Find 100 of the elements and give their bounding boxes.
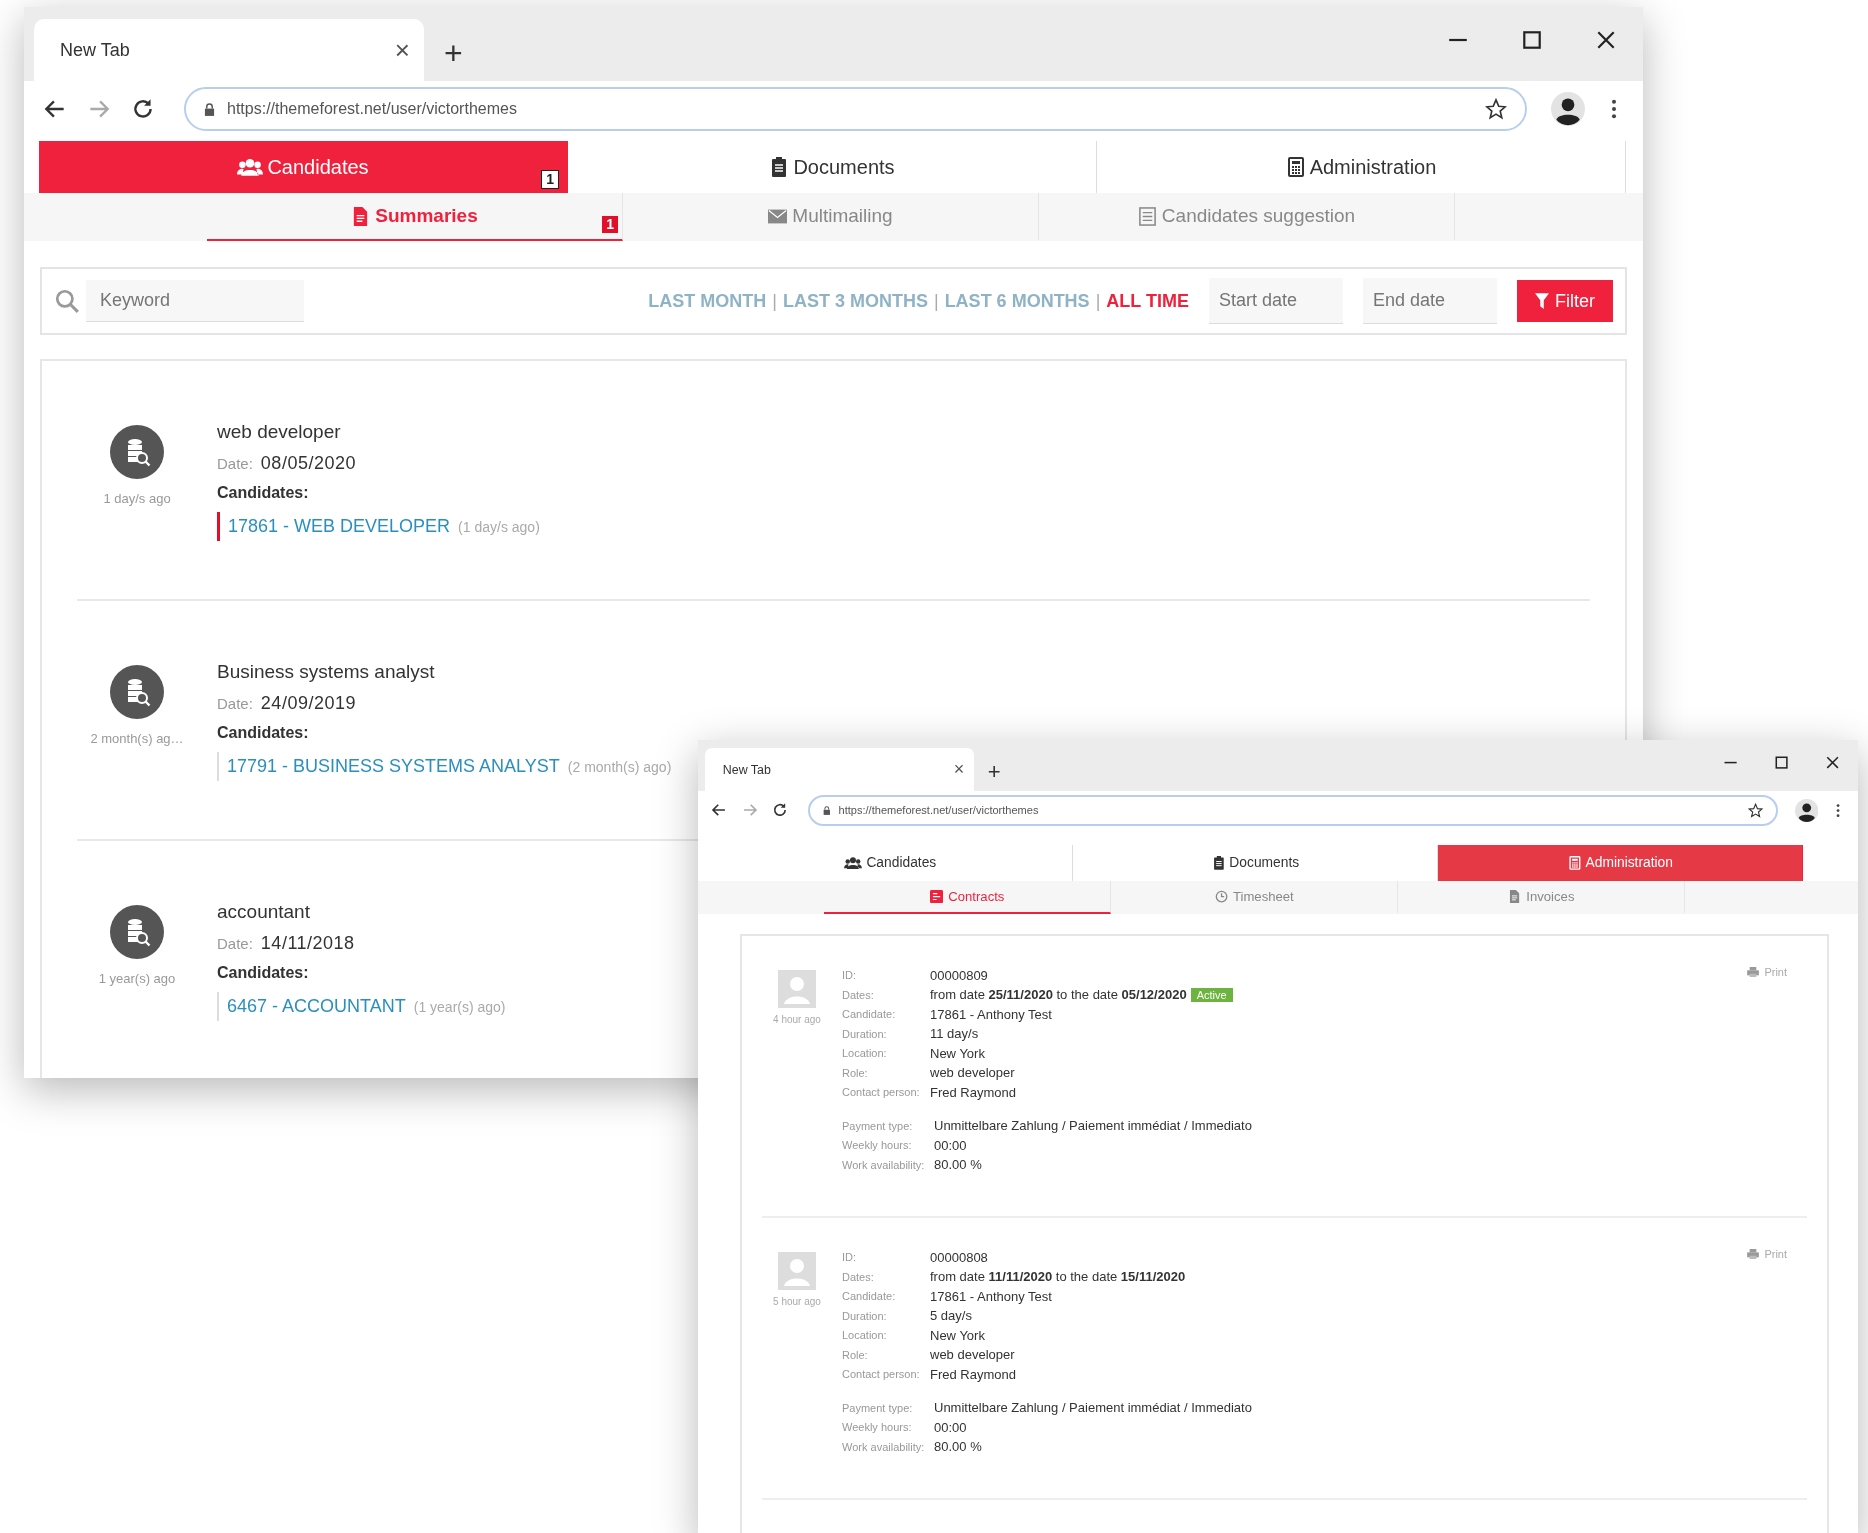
- address-bar[interactable]: https://themeforest.net/user/victorthemes: [184, 87, 1527, 131]
- lock-icon: [204, 102, 215, 116]
- field-label: Work availability:: [842, 1440, 926, 1453]
- profile-icon[interactable]: [1794, 798, 1819, 823]
- printer-icon: [1747, 966, 1760, 977]
- field-value: Unmittelbare Zahlung / Paiement immédiat / Immediato: [934, 1400, 1252, 1416]
- clock-icon: [1214, 889, 1228, 903]
- date-label: Date:: [217, 455, 253, 472]
- period-link[interactable]: LAST 6 MONTHS: [944, 290, 1090, 312]
- clipboard-icon: [1211, 855, 1226, 870]
- menu-icon[interactable]: [1611, 98, 1617, 120]
- candidate-link[interactable]: 6467 - ACCOUNTANT: [227, 996, 406, 1017]
- status-badge: Active: [1190, 987, 1233, 1002]
- close-tab-button[interactable]: ×: [394, 37, 410, 63]
- main-tab[interactable]: Candidates: [708, 844, 1074, 881]
- print-button[interactable]: Print: [1747, 1247, 1787, 1260]
- time-ago-text: (2 month(s) ago): [567, 759, 672, 775]
- field-value: from date 25/11/2020 to the date 05/12/2020: [930, 987, 1187, 1003]
- print-button[interactable]: Print: [1747, 965, 1787, 978]
- count-badge: 1: [541, 170, 559, 189]
- sub-tab[interactable]: Invoices: [1398, 880, 1686, 914]
- field-label: ID:: [842, 1251, 858, 1264]
- bookmark-star-icon[interactable]: [1485, 98, 1507, 120]
- candidates-label: Candidates:: [217, 724, 310, 742]
- close-icon[interactable]: [1595, 29, 1617, 51]
- period-link[interactable]: LAST MONTH: [648, 290, 767, 312]
- date-label: Date:: [217, 695, 253, 712]
- address-bar[interactable]: https://themeforest.net/user/victorthemes: [808, 795, 1779, 826]
- sub-tab[interactable]: Summaries 1: [207, 193, 623, 241]
- field-value: 80.00 %: [934, 1157, 982, 1173]
- database-search-icon: [110, 905, 164, 959]
- profile-icon[interactable]: [1551, 92, 1585, 126]
- people-icon: [844, 855, 863, 870]
- people-icon: [237, 157, 264, 177]
- separator-text: |: [772, 290, 777, 312]
- field-label: Candidate:: [842, 1008, 897, 1021]
- field-value: 00000809: [930, 967, 988, 983]
- field-value: web developer: [930, 1065, 1015, 1081]
- sub-tab[interactable]: Contracts: [824, 880, 1112, 914]
- browser-tab[interactable]: New Tab ×: [34, 19, 424, 81]
- field-label: Contact person:: [842, 1368, 921, 1381]
- menu-icon[interactable]: [1835, 802, 1841, 818]
- database-search-icon: [110, 425, 164, 479]
- field-label: Weekly hours:: [842, 1139, 913, 1152]
- time-ago-text: 4 hour ago: [773, 1013, 821, 1025]
- main-tab[interactable]: Candidates 1: [39, 141, 568, 193]
- separator-text: |: [1095, 290, 1101, 312]
- lock-icon: [822, 805, 831, 815]
- url-text: https://themeforest.net/user/victorthemes: [227, 100, 518, 118]
- field-label: Payment type:: [842, 1119, 914, 1132]
- field-label: Weekly hours:: [842, 1421, 913, 1434]
- keyword-field[interactable]: Keyword: [86, 280, 304, 322]
- main-tab[interactable]: Administration: [1438, 844, 1804, 881]
- period-link[interactable]: LAST 3 MONTHS: [782, 290, 928, 312]
- field-value: 00:00: [934, 1137, 967, 1153]
- sub-tab[interactable]: Candidates suggestion: [1039, 193, 1455, 241]
- field-label: Duration:: [842, 1309, 888, 1322]
- maximize-icon[interactable]: [1521, 29, 1543, 51]
- field-label: Dates:: [842, 1270, 875, 1283]
- field-value: from date 11/11/2020 to the date 15/11/2020: [930, 1269, 1186, 1285]
- time-ago-text: 1 year(s) ago: [98, 971, 176, 986]
- field-label: Candidate:: [842, 1290, 897, 1303]
- bookmark-star-icon[interactable]: [1748, 802, 1764, 818]
- close-icon[interactable]: [1824, 755, 1841, 771]
- start-date-field[interactable]: Start date: [1209, 278, 1343, 324]
- field-value: 5 day/s: [930, 1308, 972, 1324]
- field-label: Location:: [842, 1047, 888, 1060]
- period-link[interactable]: ALL TIME: [1106, 290, 1189, 312]
- end-date-field[interactable]: End date: [1363, 278, 1497, 324]
- field-label: Role:: [842, 1348, 869, 1361]
- field-label: ID:: [842, 969, 858, 982]
- new-tab-button[interactable]: +: [987, 760, 1001, 783]
- search-icon: [54, 288, 80, 314]
- date-value: 08/05/2020: [260, 453, 356, 474]
- field-label: Role:: [842, 1066, 869, 1079]
- sub-tab[interactable]: Multimailing: [623, 193, 1039, 241]
- database-search-icon: [110, 665, 164, 719]
- maximize-icon[interactable]: [1773, 755, 1789, 771]
- list-icon: [1137, 206, 1157, 226]
- candidate-link[interactable]: 17791 - BUSINESS SYSTEMS ANALYST: [227, 756, 560, 777]
- field-label: Location:: [842, 1329, 888, 1342]
- close-tab-button[interactable]: ×: [953, 760, 965, 779]
- summary-title: web developer: [217, 421, 342, 443]
- field-label: Work availability:: [842, 1158, 926, 1171]
- field-value: web developer: [930, 1347, 1015, 1363]
- field-value: Unmittelbare Zahlung / Paiement immédiat / Immediato: [934, 1118, 1252, 1134]
- time-ago-text: 2 month(s) ag…: [90, 731, 184, 746]
- sub-tab[interactable]: Timesheet: [1111, 880, 1399, 914]
- field-value: 80.00 %: [934, 1439, 982, 1455]
- browser-tab[interactable]: New Tab ×: [704, 748, 974, 792]
- summary-title: accountant: [217, 901, 311, 923]
- date-label: Date:: [217, 935, 253, 952]
- field-label: Dates:: [842, 988, 875, 1001]
- field-value: New York: [930, 1045, 985, 1061]
- new-tab-button[interactable]: +: [444, 37, 463, 69]
- candidate-link[interactable]: 17861 - WEB DEVELOPER: [228, 516, 451, 537]
- filter-button[interactable]: Filter: [1517, 280, 1613, 322]
- candidates-label: Candidates:: [217, 964, 310, 982]
- field-value: 00:00: [934, 1419, 967, 1435]
- field-value: 17861 - Anthony Test: [930, 1006, 1052, 1022]
